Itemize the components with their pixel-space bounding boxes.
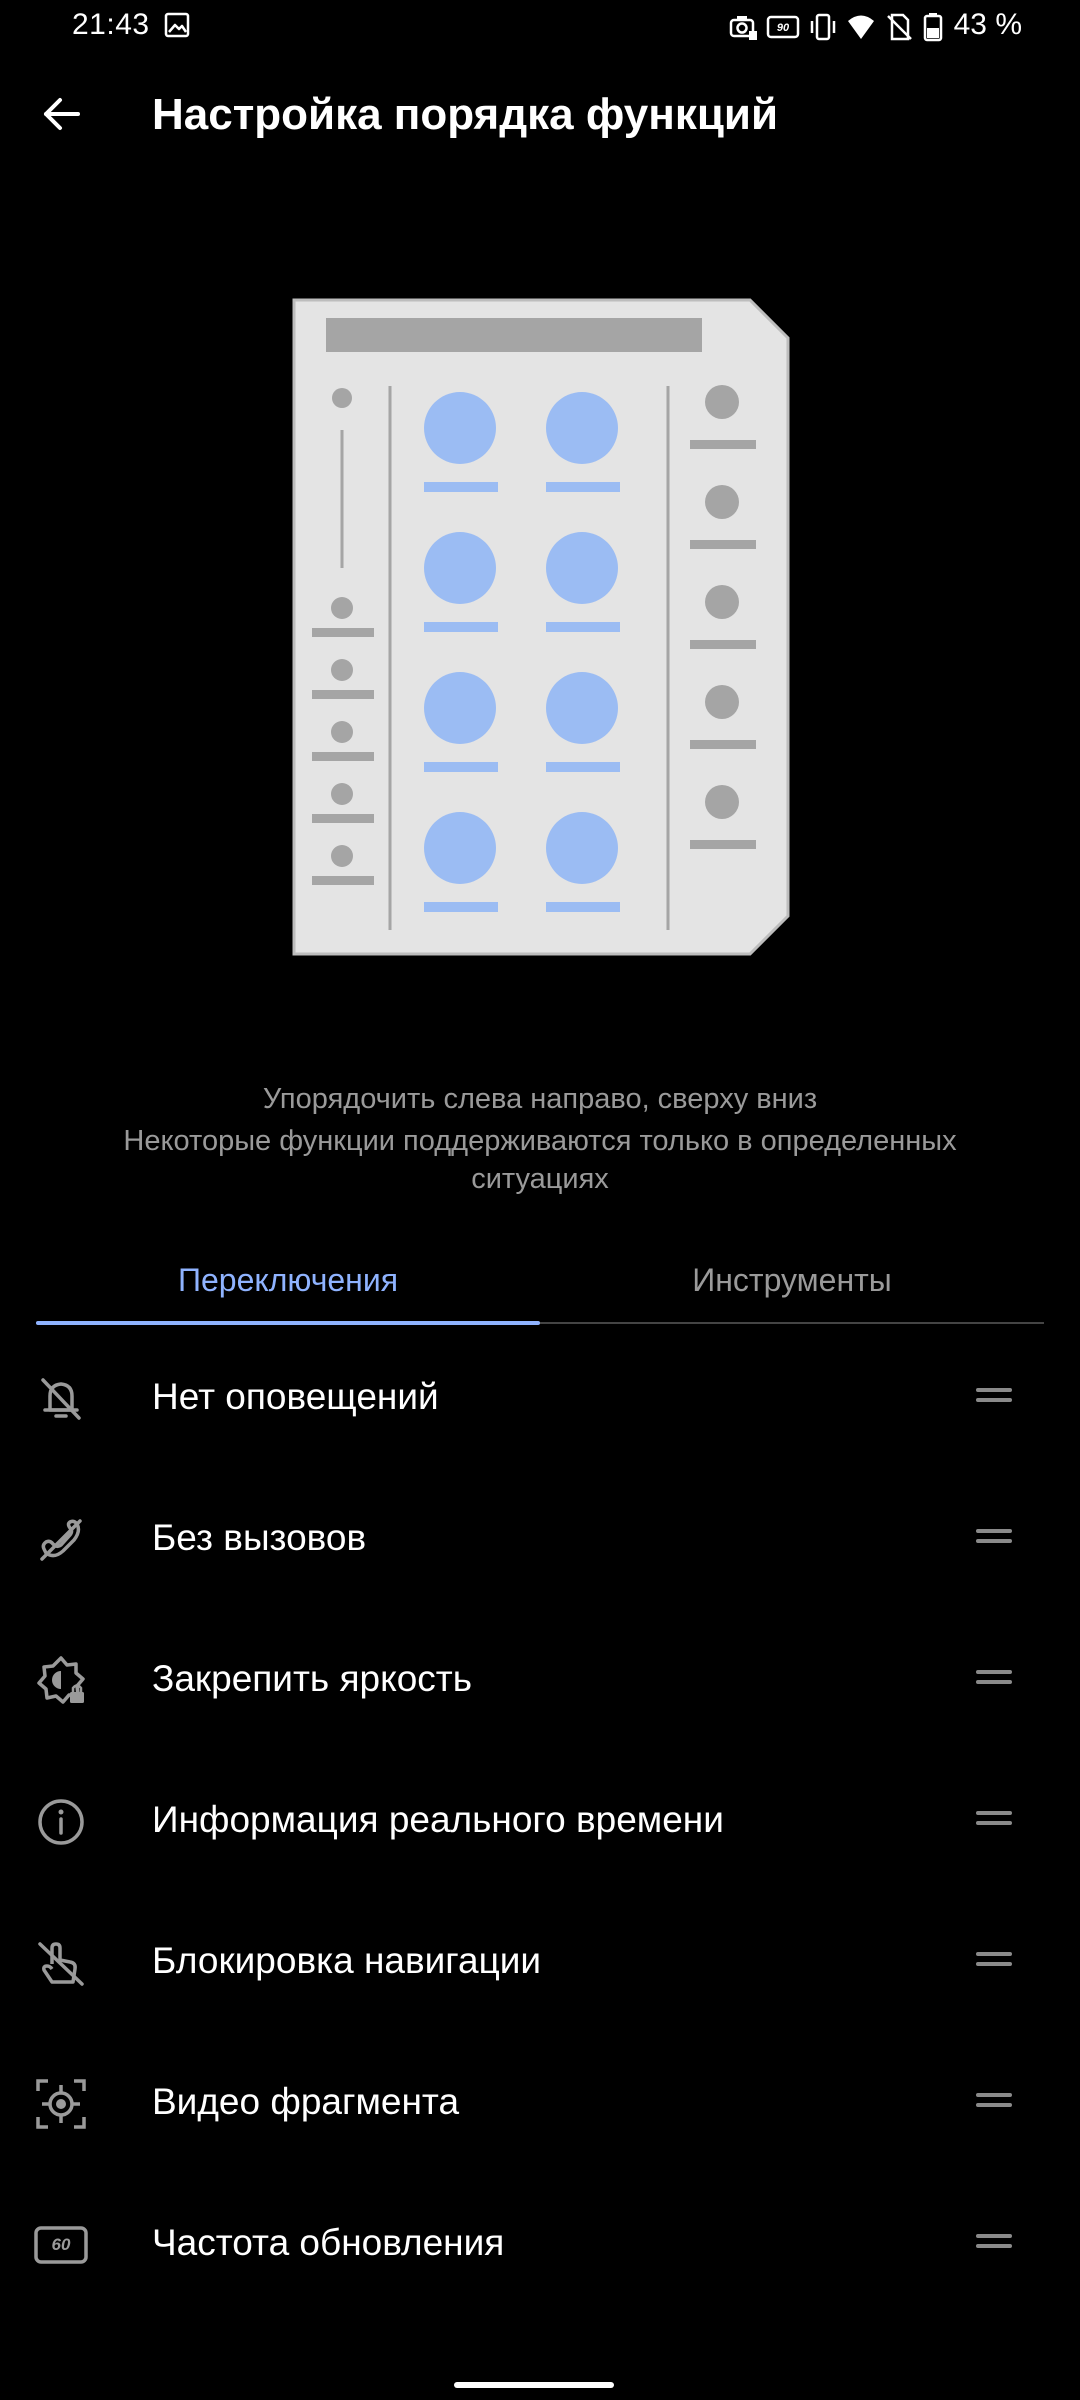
list-item-label: Без вызовов [152,1517,367,1558]
drag-handle-icon[interactable] [976,1670,1014,1690]
vibrate-icon [810,13,836,41]
layout-illustration [292,298,790,956]
tab-indicator [36,1321,540,1325]
list-item-label: Нет оповещений [152,1376,439,1417]
status-time: 21:43 [72,8,150,41]
brightness-lock-icon [37,1656,85,1704]
drag-handle-icon[interactable] [976,1811,1014,1831]
list-item-label: Информация реального времени [152,1799,724,1840]
status-bar: 21:43 90 6 43 % [0,0,1080,56]
info-icon [38,1799,84,1845]
battery-icon [923,13,943,42]
list-item-lock-brightness[interactable]: Закрепить яркость [0,1610,1080,1751]
tab-bar: Переключения Инструменты [36,1240,1044,1325]
list-item-label: Видео фрагмента [152,2081,460,2122]
refresh-rate-icon: 90 [766,15,800,39]
refresh-rate-badge-text: 60 [52,2235,71,2254]
list-item-video-clip[interactable]: Видео фрагмента [0,2033,1080,2174]
drag-handle-icon[interactable] [976,2093,1014,2113]
no-sim-icon [887,13,912,41]
bell-off-icon [41,1378,81,1420]
page-title: Настройка порядка функций [152,90,778,139]
tab-tools[interactable]: Инструменты [540,1240,1044,1320]
list-item-no-calls[interactable]: Без вызовов [0,1469,1080,1610]
refresh-rate-icon: 60 [34,2226,88,2264]
drag-handle-icon[interactable] [976,1952,1014,1972]
feature-list: Нет оповещений Без вызовов Закрепить ярк… [0,1328,1080,2315]
order-hint: Упорядочить слева направо, сверху вниз Н… [60,1080,1020,1198]
camera-icon [729,16,757,40]
hint-line-2: Некоторые функции поддерживаются только … [123,1125,957,1195]
hint-line-1: Упорядочить слева направо, сверху вниз [262,1083,818,1115]
list-item-label: Частота обновления [152,2222,505,2263]
list-item-label: Блокировка навигации [152,1940,542,1981]
drag-handle-icon[interactable] [976,1529,1014,1549]
list-item-label: Закрепить яркость [152,1658,472,1699]
nav-lock-icon [38,1942,84,1986]
refresh-rate-badge-text: 90 [777,22,790,34]
phone-off-icon [40,1519,82,1561]
gesture-nav-handle[interactable] [454,2382,614,2388]
drag-handle-icon[interactable] [976,2234,1014,2254]
drag-handle-icon[interactable] [976,1388,1014,1408]
svg-text:6: 6 [870,24,876,35]
list-item-realtime-info[interactable]: Информация реального времени [0,1751,1080,1892]
arrow-back-icon [44,98,80,130]
back-button[interactable] [30,82,94,146]
list-item-navigation-lock[interactable]: Блокировка навигации [0,1892,1080,2033]
gallery-icon [164,12,190,38]
battery-percent: 43 % [953,8,1022,41]
list-item-no-notifications[interactable]: Нет оповещений [0,1328,1080,1469]
wifi-icon: 6 [848,15,876,39]
tab-toggles[interactable]: Переключения [36,1240,540,1320]
video-clip-icon [36,2079,86,2129]
list-item-refresh-rate[interactable]: 60 Частота обновления [0,2174,1080,2315]
